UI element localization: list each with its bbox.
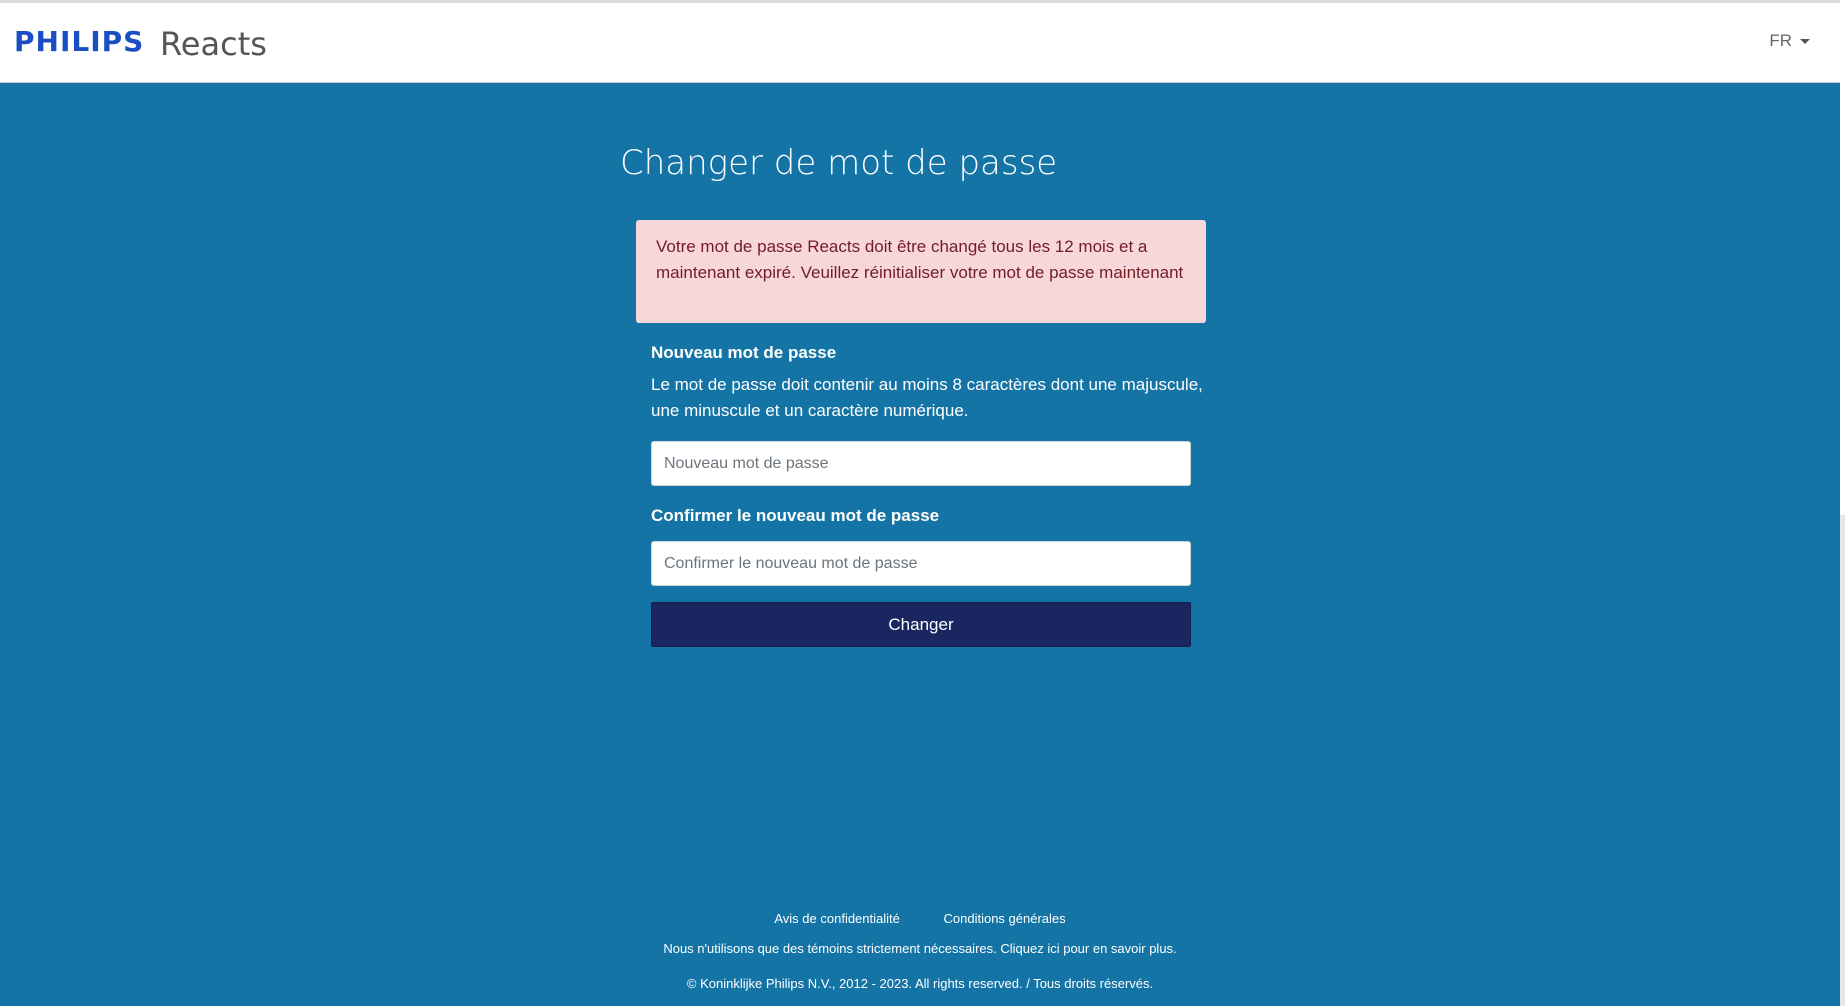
page: PHILIPS Reacts FR Changer de mot de pass… [0, 0, 1840, 1006]
language-selector[interactable]: FR [1769, 31, 1810, 51]
copyright-text: © Koninklijke Philips N.V., 2012 - 2023.… [686, 976, 1154, 991]
new-password-input[interactable] [651, 441, 1191, 486]
password-expired-alert: Votre mot de passe Reacts doit être chan… [636, 220, 1206, 323]
change-password-button[interactable]: Changer [651, 602, 1191, 647]
new-password-label: Nouveau mot de passe [651, 343, 837, 362]
cookies-notice[interactable]: Nous n'utilisons que des témoins stricte… [0, 941, 1840, 956]
privacy-notice-link[interactable]: Avis de confidentialité [774, 911, 900, 926]
caret-down-icon [1800, 38, 1810, 44]
password-requirements-text: Le mot de passe doit contenir au moins 8… [651, 375, 1203, 420]
language-label: FR [1769, 31, 1792, 50]
page-scrollbar[interactable] [1840, 0, 1845, 1006]
confirm-password-input[interactable] [651, 541, 1191, 586]
product-name: Reacts [160, 25, 267, 63]
confirm-password-label: Confirmer le nouveau mot de passe [651, 506, 940, 525]
footer-links: Avis de confidentialité Conditions génér… [0, 911, 1840, 926]
philips-logo[interactable]: PHILIPS [14, 25, 144, 58]
scrollbar-thumb[interactable] [1840, 0, 1845, 515]
terms-link[interactable]: Conditions générales [944, 911, 1066, 926]
top-navbar: PHILIPS Reacts FR [0, 3, 1840, 83]
page-title: Changer de mot de passe [620, 143, 1058, 183]
